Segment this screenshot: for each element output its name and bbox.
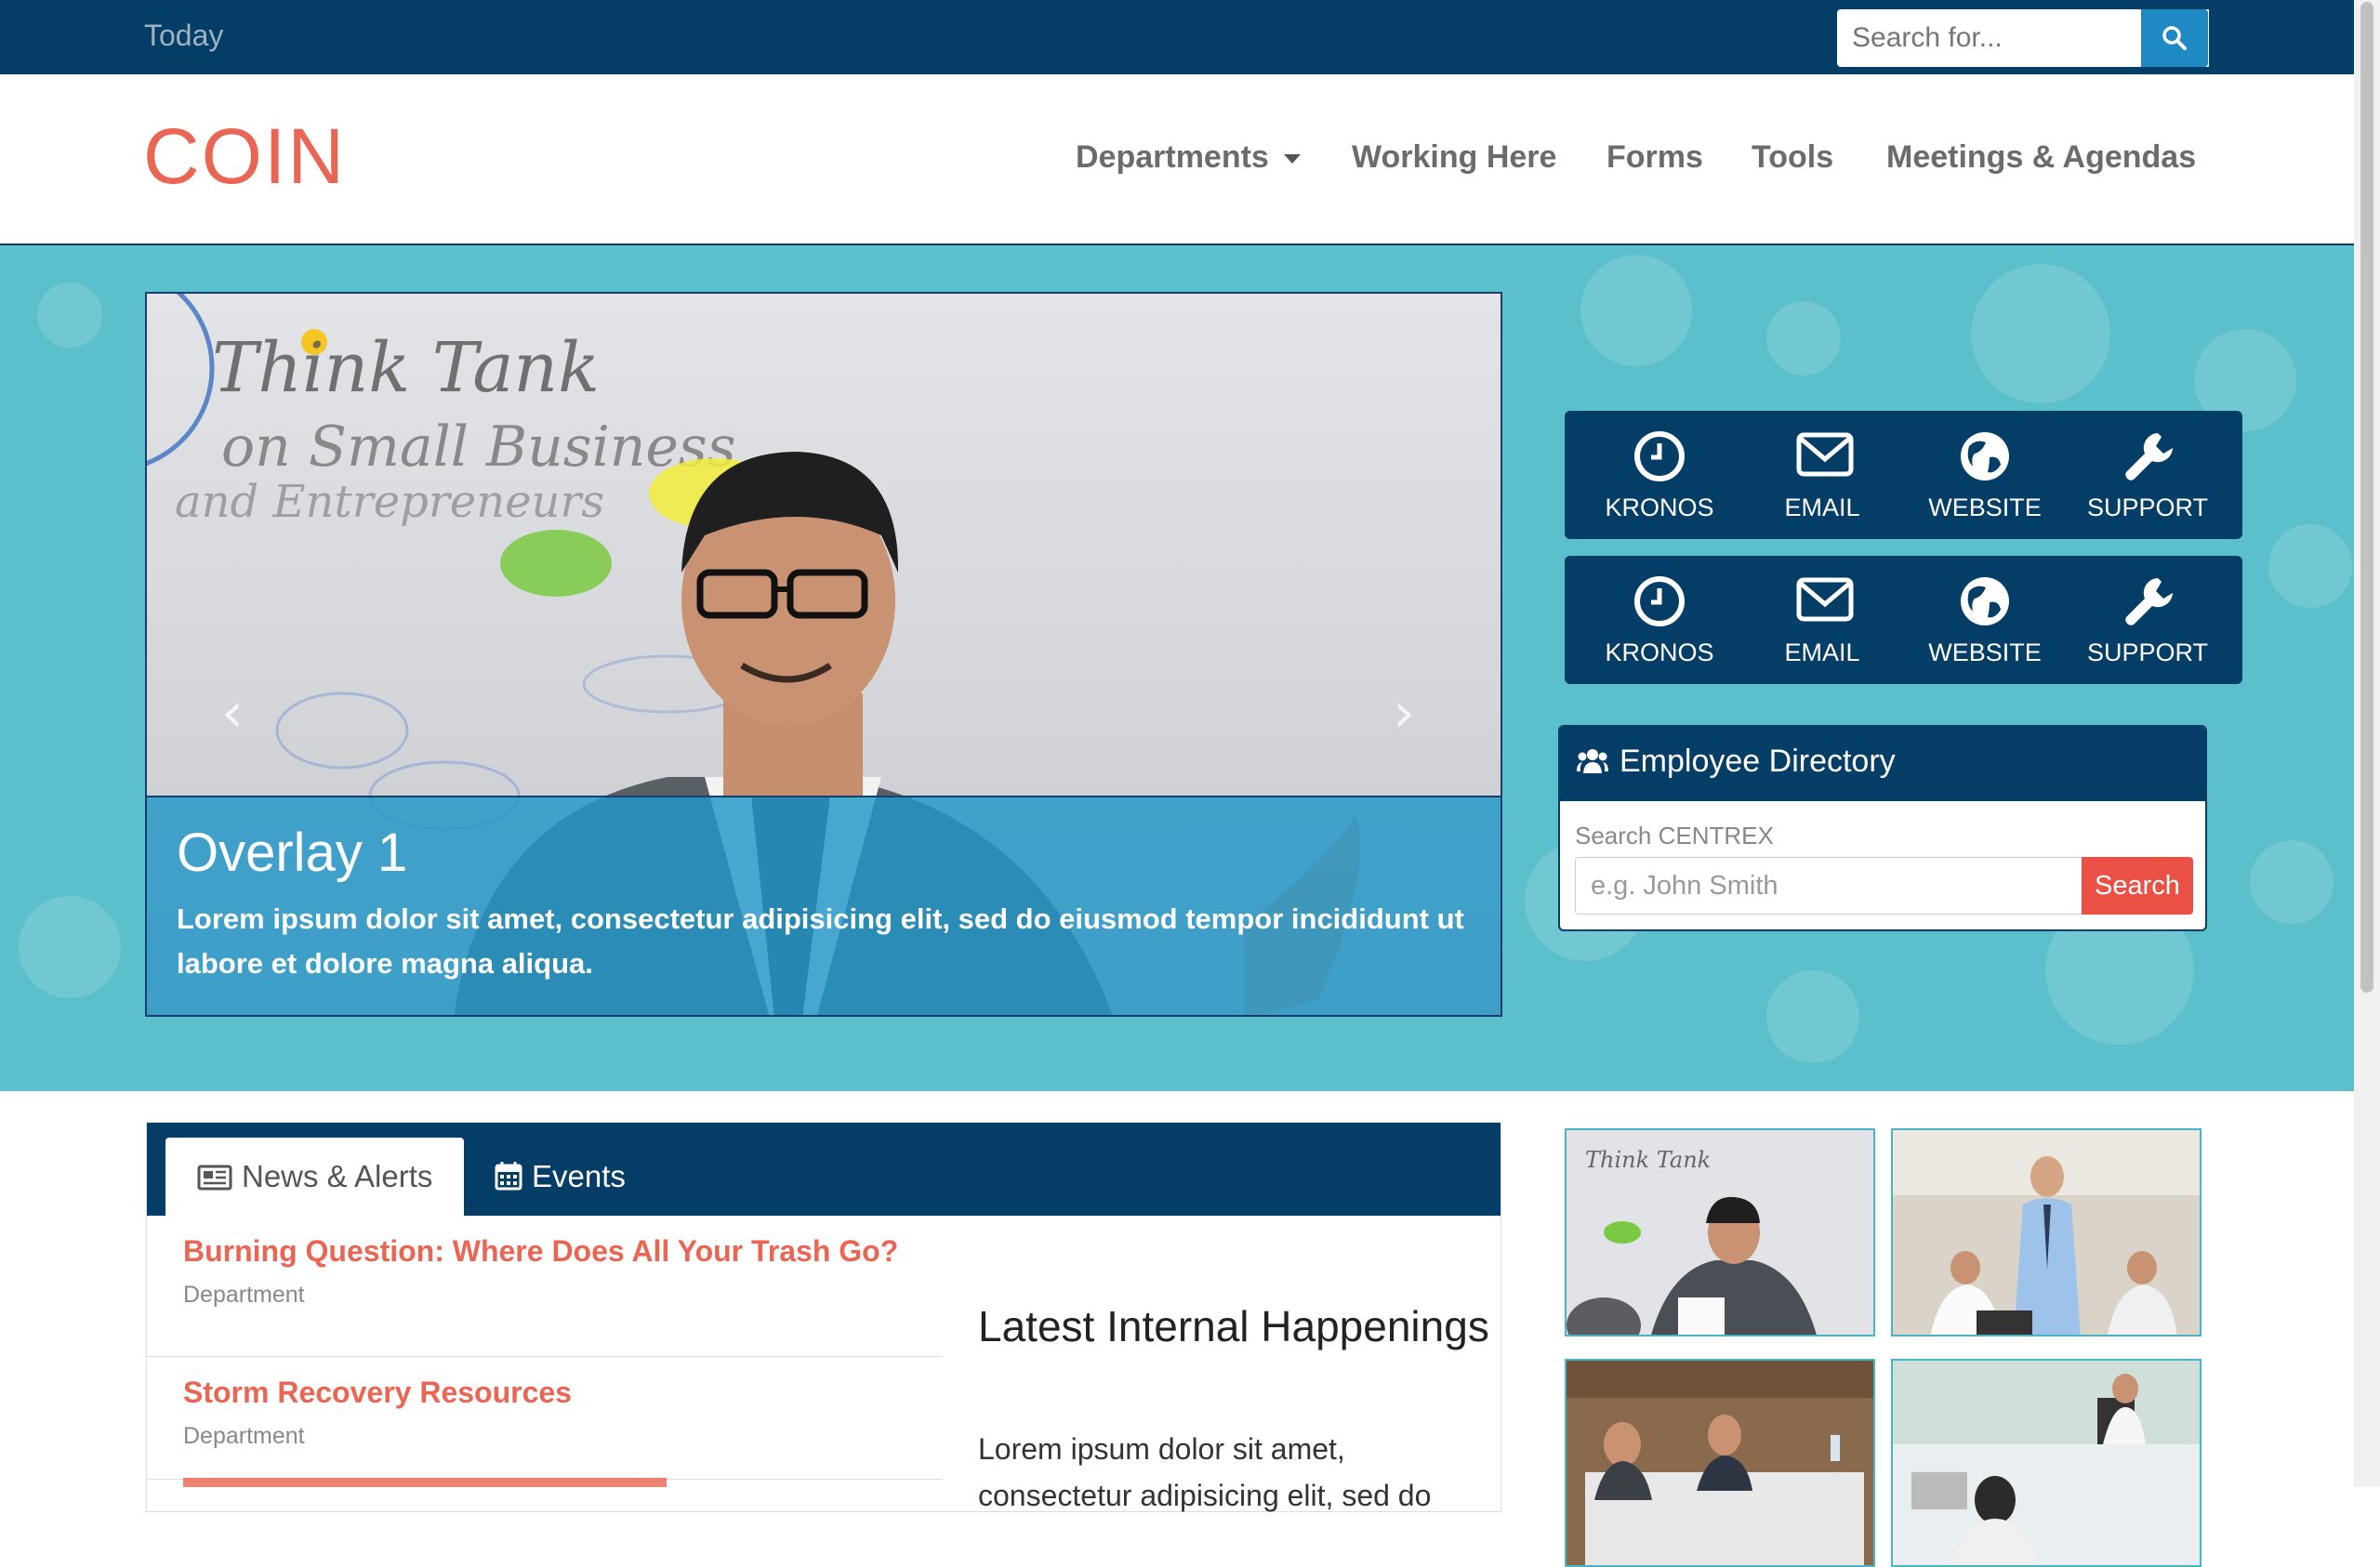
quick-link-label: WEBSITE bbox=[1928, 494, 2042, 521]
quick-link-kronos[interactable]: KRONOS bbox=[1565, 556, 1754, 684]
globe-icon bbox=[1961, 577, 2009, 625]
employee-directory-title: Employee Directory bbox=[1620, 744, 1896, 779]
tab-news-alerts[interactable]: News & Alerts bbox=[165, 1138, 465, 1216]
envelope-icon bbox=[1796, 577, 1854, 622]
quick-link-email[interactable]: EMAIL bbox=[1727, 556, 1917, 684]
news-department: Department bbox=[183, 1282, 305, 1308]
envelope-icon bbox=[1796, 432, 1854, 477]
directory-search-label: Search CENTREX bbox=[1575, 822, 1774, 849]
presenter-thumbnail-image: Think Tank bbox=[1567, 1130, 1873, 1335]
nav-tools[interactable]: Tools bbox=[1752, 139, 1833, 176]
news-title-link[interactable]: Burning Question: Where Does All Your Tr… bbox=[183, 1234, 943, 1269]
quick-link-website[interactable]: WEBSITE bbox=[1890, 411, 2080, 539]
page-scrollbar-thumb[interactable] bbox=[2360, 2, 2373, 993]
today-label: Today bbox=[144, 19, 224, 52]
whiteboard-text: Think Tank bbox=[1585, 1147, 1711, 1173]
bubble-decoration bbox=[1766, 970, 1859, 1063]
gallery-thumbnail[interactable] bbox=[1891, 1359, 2202, 1567]
tab-events[interactable]: Events bbox=[463, 1138, 657, 1216]
site-header: COIN Departments Working Here Forms Tool… bbox=[0, 74, 2354, 245]
quick-link-label: SUPPORT bbox=[2086, 494, 2209, 521]
site-search-button[interactable] bbox=[2141, 9, 2208, 67]
quick-link-support[interactable]: SUPPORT bbox=[2053, 411, 2242, 539]
wrench-icon bbox=[2125, 433, 2173, 481]
latest-happenings-text: Lorem ipsum dolor sit amet, consectetur … bbox=[978, 1432, 1432, 1512]
hero-section: Think Tank on Small Business and Entrepr… bbox=[0, 245, 2354, 1091]
nav-forms[interactable]: Forms bbox=[1606, 139, 1703, 176]
nav-departments[interactable]: Departments bbox=[1076, 139, 1301, 176]
directory-search-input[interactable]: e.g. John Smith bbox=[1575, 857, 2082, 915]
clock-icon bbox=[1634, 576, 1685, 626]
quick-link-label: SUPPORT bbox=[2086, 639, 2209, 666]
quick-link-label: EMAIL bbox=[1784, 494, 1860, 521]
meeting-thumbnail-image bbox=[1567, 1361, 1873, 1565]
bubble-decoration bbox=[2250, 840, 2334, 924]
calendar-icon bbox=[495, 1162, 522, 1191]
tab-events-label: Events bbox=[532, 1159, 626, 1193]
nav-departments-label: Departments bbox=[1076, 139, 1269, 175]
latest-happenings-title: Latest Internal Happenings bbox=[978, 1302, 1489, 1350]
whiteboard-text: and Entrepreneurs bbox=[175, 476, 604, 528]
quick-link-email[interactable]: EMAIL bbox=[1727, 411, 1917, 539]
bubble-decoration bbox=[1580, 255, 1692, 366]
nav-meetings-agendas[interactable]: Meetings & Agendas bbox=[1886, 139, 2196, 176]
office-thumbnail-image bbox=[1893, 1130, 2200, 1335]
slide-title: Overlay 1 bbox=[177, 823, 408, 883]
bubble-decoration bbox=[1766, 301, 1841, 375]
clock-icon bbox=[1634, 431, 1685, 481]
bubble-decoration bbox=[1971, 264, 2110, 403]
quick-link-website[interactable]: WEBSITE bbox=[1890, 556, 2080, 684]
bubble-decoration bbox=[37, 283, 102, 348]
whiteboard-text: on Small Business bbox=[221, 415, 736, 480]
bubble-decoration bbox=[2268, 524, 2352, 608]
quick-link-label: KRONOS bbox=[1605, 494, 1714, 521]
carousel-next-icon[interactable]: › bbox=[1393, 680, 1415, 745]
news-item[interactable]: Burning Question: Where Does All Your Tr… bbox=[147, 1234, 943, 1357]
gallery-thumbnail[interactable] bbox=[1891, 1128, 2202, 1337]
carousel-caption: Overlay 1 Lorem ipsum dolor sit amet, co… bbox=[147, 796, 1501, 1015]
carousel-prev-icon[interactable]: ‹ bbox=[221, 680, 244, 745]
site-logo[interactable]: COIN bbox=[143, 112, 346, 202]
users-icon bbox=[1577, 749, 1608, 773]
whiteboard-text: Think Tank bbox=[212, 328, 600, 408]
quick-link-kronos[interactable]: KRONOS bbox=[1565, 411, 1754, 539]
bubble-decoration bbox=[19, 896, 121, 998]
news-item[interactable]: Storm Recovery Resources Department bbox=[147, 1357, 943, 1480]
quick-link-label: EMAIL bbox=[1784, 639, 1860, 666]
quick-link-support[interactable]: SUPPORT bbox=[2053, 556, 2242, 684]
panel-tabs-bar: News & Alerts Events bbox=[147, 1123, 1501, 1216]
image-carousel[interactable]: Think Tank on Small Business and Entrepr… bbox=[145, 292, 1502, 1017]
quick-link-label: KRONOS bbox=[1605, 639, 1714, 666]
newspaper-icon bbox=[197, 1165, 232, 1191]
gallery-thumbnail[interactable]: Think Tank bbox=[1565, 1128, 1875, 1337]
slide-text: Lorem ipsum dolor sit amet, consectetur … bbox=[177, 902, 1464, 980]
news-title-link[interactable]: Storm Recovery Resources bbox=[183, 1376, 943, 1410]
gallery-thumbnail[interactable] bbox=[1565, 1359, 1875, 1567]
quick-link-label: WEBSITE bbox=[1928, 639, 2042, 666]
directory-search-button[interactable]: Search bbox=[2082, 857, 2193, 915]
workspace-thumbnail-image bbox=[1893, 1361, 2200, 1565]
wrench-icon bbox=[2125, 578, 2173, 625]
caret-down-icon bbox=[1283, 154, 1301, 165]
news-item-cutoff bbox=[183, 1478, 667, 1487]
globe-icon bbox=[1961, 432, 2009, 481]
tab-news-alerts-label: News & Alerts bbox=[242, 1159, 433, 1193]
employee-directory-header: Employee Directory bbox=[1560, 727, 2205, 801]
news-department: Department bbox=[183, 1423, 305, 1449]
search-icon bbox=[2162, 26, 2187, 50]
employee-directory-panel: Employee Directory Search CENTREX e.g. J… bbox=[1558, 725, 2207, 931]
nav-working-here[interactable]: Working Here bbox=[1352, 139, 1556, 176]
top-bar: Today bbox=[0, 0, 2354, 74]
